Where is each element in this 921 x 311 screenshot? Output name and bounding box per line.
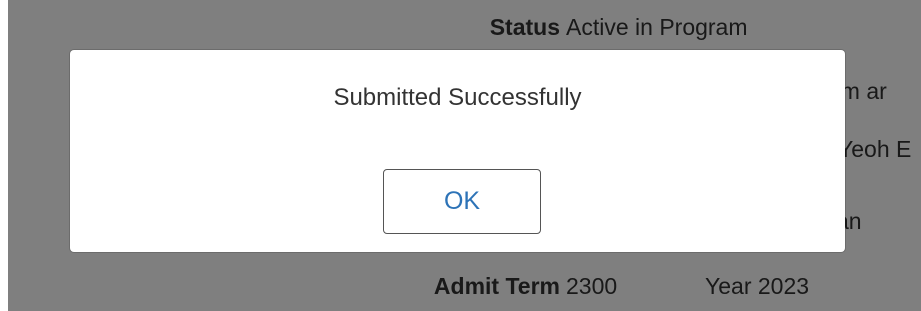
ok-button[interactable]: OK xyxy=(383,169,541,234)
page: Status Active in Program om ar Yeoh E an… xyxy=(0,0,921,311)
dialog-message: Submitted Successfully xyxy=(333,84,582,111)
success-dialog: Submitted Successfully OK xyxy=(70,50,845,252)
